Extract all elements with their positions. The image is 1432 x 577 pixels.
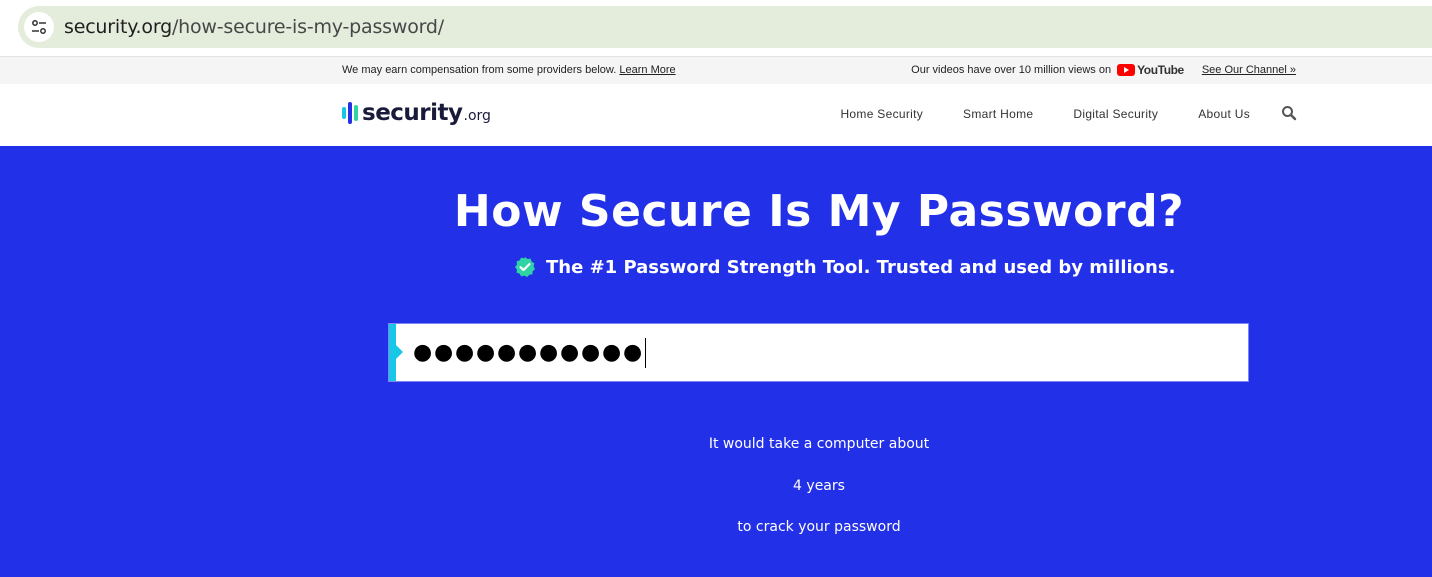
result-line-intro: It would take a computer about	[708, 436, 930, 452]
youtube-logo: YouTube	[1117, 63, 1184, 77]
disclosure-bar: We may earn compensation from some provi…	[0, 56, 1432, 84]
site-info-icon[interactable]	[24, 12, 54, 42]
search-icon[interactable]	[1281, 105, 1297, 121]
nav-about-us[interactable]: About Us	[1198, 107, 1250, 121]
main-nav: Home Security Smart Home Digital Securit…	[840, 107, 1250, 121]
nav-digital-security[interactable]: Digital Security	[1073, 107, 1158, 121]
compensation-text: We may earn compensation from some provi…	[342, 64, 617, 76]
security-org-logo[interactable]: security .org	[342, 100, 491, 126]
url-path: /how-secure-is-my-password/	[171, 16, 444, 38]
video-views-text: Our videos have over 10 million views on	[911, 64, 1112, 76]
result-line-outro: to crack your password	[737, 519, 901, 535]
nav-smart-home[interactable]: Smart Home	[963, 107, 1033, 121]
url-domain: security.org	[64, 16, 172, 38]
verified-check-icon	[515, 257, 535, 277]
browser-toolbar: security.org/how-secure-is-my-password/	[0, 0, 1432, 56]
url-text[interactable]: security.org/how-secure-is-my-password/	[64, 16, 444, 38]
learn-more-link[interactable]: Learn More	[619, 64, 675, 76]
logo-bars-icon	[342, 100, 358, 126]
input-accent-bar	[389, 324, 396, 381]
password-input[interactable]: ●●●●●●●●●●●	[388, 323, 1249, 382]
see-channel-link[interactable]: See Our Channel »	[1202, 64, 1296, 76]
page-title: How Secure Is My Password?	[453, 186, 1185, 237]
hero-subtitle: The #1 Password Strength Tool. Trusted a…	[514, 256, 1175, 278]
logo-suffix: .org	[463, 108, 491, 124]
site-header: security .org Home Security Smart Home D…	[0, 84, 1432, 146]
crack-time-value: 4 years	[793, 478, 845, 494]
compensation-notice: We may earn compensation from some provi…	[342, 64, 676, 76]
address-bar[interactable]: security.org/how-secure-is-my-password/	[18, 6, 1432, 48]
logo-wordmark: security	[362, 100, 463, 126]
youtube-play-icon	[1117, 64, 1136, 76]
video-promo: Our videos have over 10 million views on…	[911, 63, 1296, 77]
input-arrow-icon	[396, 345, 403, 359]
password-masked-value: ●●●●●●●●●●●	[413, 338, 646, 368]
youtube-wordmark: YouTube	[1137, 63, 1184, 77]
nav-home-security[interactable]: Home Security	[840, 107, 923, 121]
subtitle-text: The #1 Password Strength Tool. Trusted a…	[546, 256, 1176, 278]
